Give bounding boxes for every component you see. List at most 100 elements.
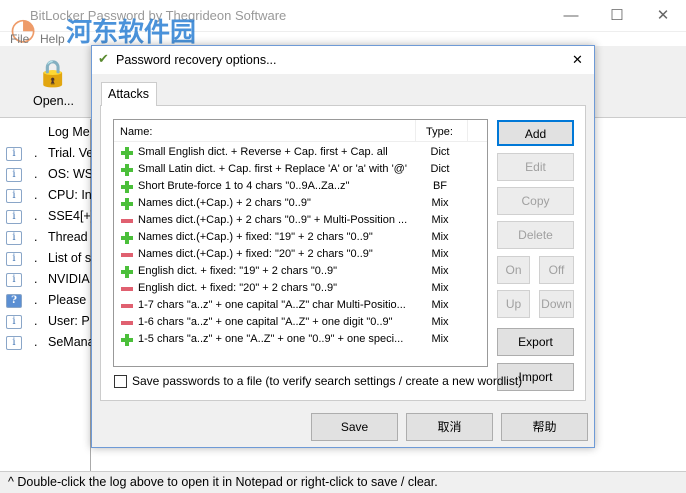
- disabled-minus-icon[interactable]: [121, 304, 133, 308]
- info-icon: i: [6, 273, 22, 287]
- log-row[interactable]: i . User: P: [0, 312, 91, 333]
- enabled-plus-icon[interactable]: [121, 232, 133, 244]
- log-text: List of s: [48, 251, 92, 265]
- info-icon: i: [6, 231, 22, 245]
- enabled-plus-icon[interactable]: [121, 181, 133, 193]
- disabled-minus-icon[interactable]: [121, 321, 133, 325]
- attack-row[interactable]: Names dict.(+Cap.) + fixed: "19" + 2 cha…: [114, 229, 487, 246]
- cancel-button[interactable]: 取消: [406, 413, 493, 441]
- log-dot: .: [34, 188, 38, 202]
- attack-row[interactable]: English dict. + fixed: "20" + 2 chars "0…: [114, 280, 487, 297]
- attack-name: Names dict.(+Cap.) + 2 chars "0..9": [138, 197, 311, 209]
- attack-type: Mix: [431, 265, 449, 277]
- enabled-plus-icon[interactable]: [121, 334, 133, 346]
- attack-row[interactable]: Short Brute-force 1 to 4 chars "0..9A..Z…: [114, 178, 487, 195]
- log-row[interactable]: i . OS: WS: [0, 165, 94, 186]
- save-passwords-checkbox[interactable]: [114, 375, 127, 388]
- attack-type: Mix: [431, 214, 449, 226]
- menu-bar: File Help: [0, 32, 686, 46]
- attack-type: Mix: [431, 333, 449, 345]
- attack-row[interactable]: 1-5 chars "a..z" + one "A..Z" + one "0..…: [114, 331, 487, 348]
- maximize-button[interactable]: ☐: [594, 0, 640, 32]
- info-icon: i: [6, 315, 22, 329]
- off-button[interactable]: Off: [539, 256, 574, 284]
- attack-name: Small Latin dict. + Cap. first + Replace…: [138, 163, 407, 175]
- attack-row[interactable]: Small Latin dict. + Cap. first + Replace…: [114, 161, 487, 178]
- dialog-title-bar: ✔ Password recovery options... ✕: [92, 46, 594, 74]
- attack-name: 1-7 chars "a..z" + one capital "A..Z" ch…: [138, 299, 406, 311]
- log-text: SeMana: [48, 335, 95, 349]
- info-icon: i: [6, 252, 22, 266]
- attack-name: 1-6 chars "a..z" + one capital "A..Z" + …: [138, 316, 393, 328]
- help-button[interactable]: 帮助: [501, 413, 588, 441]
- disabled-minus-icon[interactable]: [121, 219, 133, 223]
- attack-type: Mix: [431, 197, 449, 209]
- attack-row[interactable]: Small English dict. + Reverse + Cap. fir…: [114, 144, 487, 161]
- attack-type: Dict: [430, 146, 450, 158]
- attack-row[interactable]: Names dict.(+Cap.) + fixed: "20" + 2 cha…: [114, 246, 487, 263]
- disabled-minus-icon[interactable]: [121, 253, 133, 257]
- log-list[interactable]: Log Me i . Trial. Ve i . OS: WS i . CPU:…: [0, 119, 95, 471]
- log-text: SSE4[+]: [48, 209, 95, 223]
- log-dot: .: [34, 146, 38, 160]
- attack-row[interactable]: Names dict.(+Cap.) + 2 chars "0..9" Mix: [114, 195, 487, 212]
- log-row[interactable]: i . SSE4[+]: [0, 207, 95, 228]
- edit-button[interactable]: Edit: [497, 153, 574, 181]
- attack-row[interactable]: 1-7 chars "a..z" + one capital "A..Z" ch…: [114, 297, 487, 314]
- info-icon: i: [6, 210, 22, 224]
- enabled-plus-icon[interactable]: [121, 266, 133, 278]
- password-recovery-dialog: ✔ Password recovery options... ✕ Attacks…: [91, 45, 595, 448]
- close-button[interactable]: ✕: [640, 0, 686, 32]
- enabled-plus-icon[interactable]: [121, 147, 133, 159]
- attack-row[interactable]: 1-6 chars "a..z" + one capital "A..Z" + …: [114, 314, 487, 331]
- attack-type: Mix: [431, 299, 449, 311]
- info-icon: i: [6, 168, 22, 182]
- attack-row[interactable]: English dict. + fixed: "19" + 2 chars "0…: [114, 263, 487, 280]
- attack-name: Small English dict. + Reverse + Cap. fir…: [138, 146, 388, 158]
- attacks-panel: Name: Type: Small English dict. + Revers…: [100, 105, 586, 401]
- on-button[interactable]: On: [497, 256, 530, 284]
- question-icon: ?: [6, 294, 22, 308]
- save-button[interactable]: Save: [311, 413, 398, 441]
- menu-file[interactable]: File: [10, 32, 29, 46]
- export-button[interactable]: Export: [497, 328, 574, 356]
- disabled-minus-icon[interactable]: [121, 287, 133, 291]
- log-text: NVIDIA: [48, 272, 90, 286]
- col-name[interactable]: Name:: [120, 126, 152, 138]
- enabled-plus-icon[interactable]: [121, 198, 133, 210]
- log-row[interactable]: i . NVIDIA: [0, 270, 91, 291]
- open-button[interactable]: Open...: [33, 94, 74, 108]
- copy-button[interactable]: Copy: [497, 187, 574, 215]
- log-row[interactable]: i . List of s: [0, 249, 91, 270]
- log-row[interactable]: i . Thread: [0, 228, 91, 249]
- status-bar: ^ Double-click the log above to open it …: [0, 471, 686, 493]
- dialog-close-button[interactable]: ✕: [572, 52, 583, 68]
- save-passwords-label[interactable]: Save passwords to a file (to verify sear…: [132, 374, 522, 388]
- up-button[interactable]: Up: [497, 290, 530, 318]
- tab-attacks[interactable]: Attacks: [101, 82, 157, 106]
- delete-button[interactable]: Delete: [497, 221, 574, 249]
- down-button[interactable]: Down: [539, 290, 574, 318]
- log-text: Thread: [48, 230, 88, 244]
- log-row[interactable]: i . Trial. Ve: [0, 144, 93, 165]
- log-text: Please: [48, 293, 87, 307]
- log-header: Log Me: [48, 125, 90, 139]
- attack-row[interactable]: Names dict.(+Cap.) + 2 chars "0..9" + Mu…: [114, 212, 487, 229]
- log-row[interactable]: ? . Please: [0, 291, 91, 312]
- attack-list[interactable]: Name: Type: Small English dict. + Revers…: [113, 119, 488, 367]
- log-row[interactable]: i . CPU: In: [0, 186, 92, 207]
- log-row[interactable]: i . SeMana: [0, 333, 95, 354]
- attack-name: Names dict.(+Cap.) + fixed: "20" + 2 cha…: [138, 248, 373, 260]
- attack-name: English dict. + fixed: "19" + 2 chars "0…: [138, 265, 338, 277]
- minimize-button[interactable]: —: [548, 0, 594, 32]
- menu-help[interactable]: Help: [40, 32, 65, 46]
- add-button[interactable]: Add: [497, 120, 574, 146]
- info-icon: i: [6, 336, 22, 350]
- info-icon: i: [6, 147, 22, 161]
- app-icon: ✔: [98, 51, 109, 66]
- enabled-plus-icon[interactable]: [121, 164, 133, 176]
- log-text: OS: WS: [48, 167, 94, 181]
- log-dot: .: [34, 230, 38, 244]
- col-type[interactable]: Type:: [426, 126, 453, 138]
- log-dot: .: [34, 272, 38, 286]
